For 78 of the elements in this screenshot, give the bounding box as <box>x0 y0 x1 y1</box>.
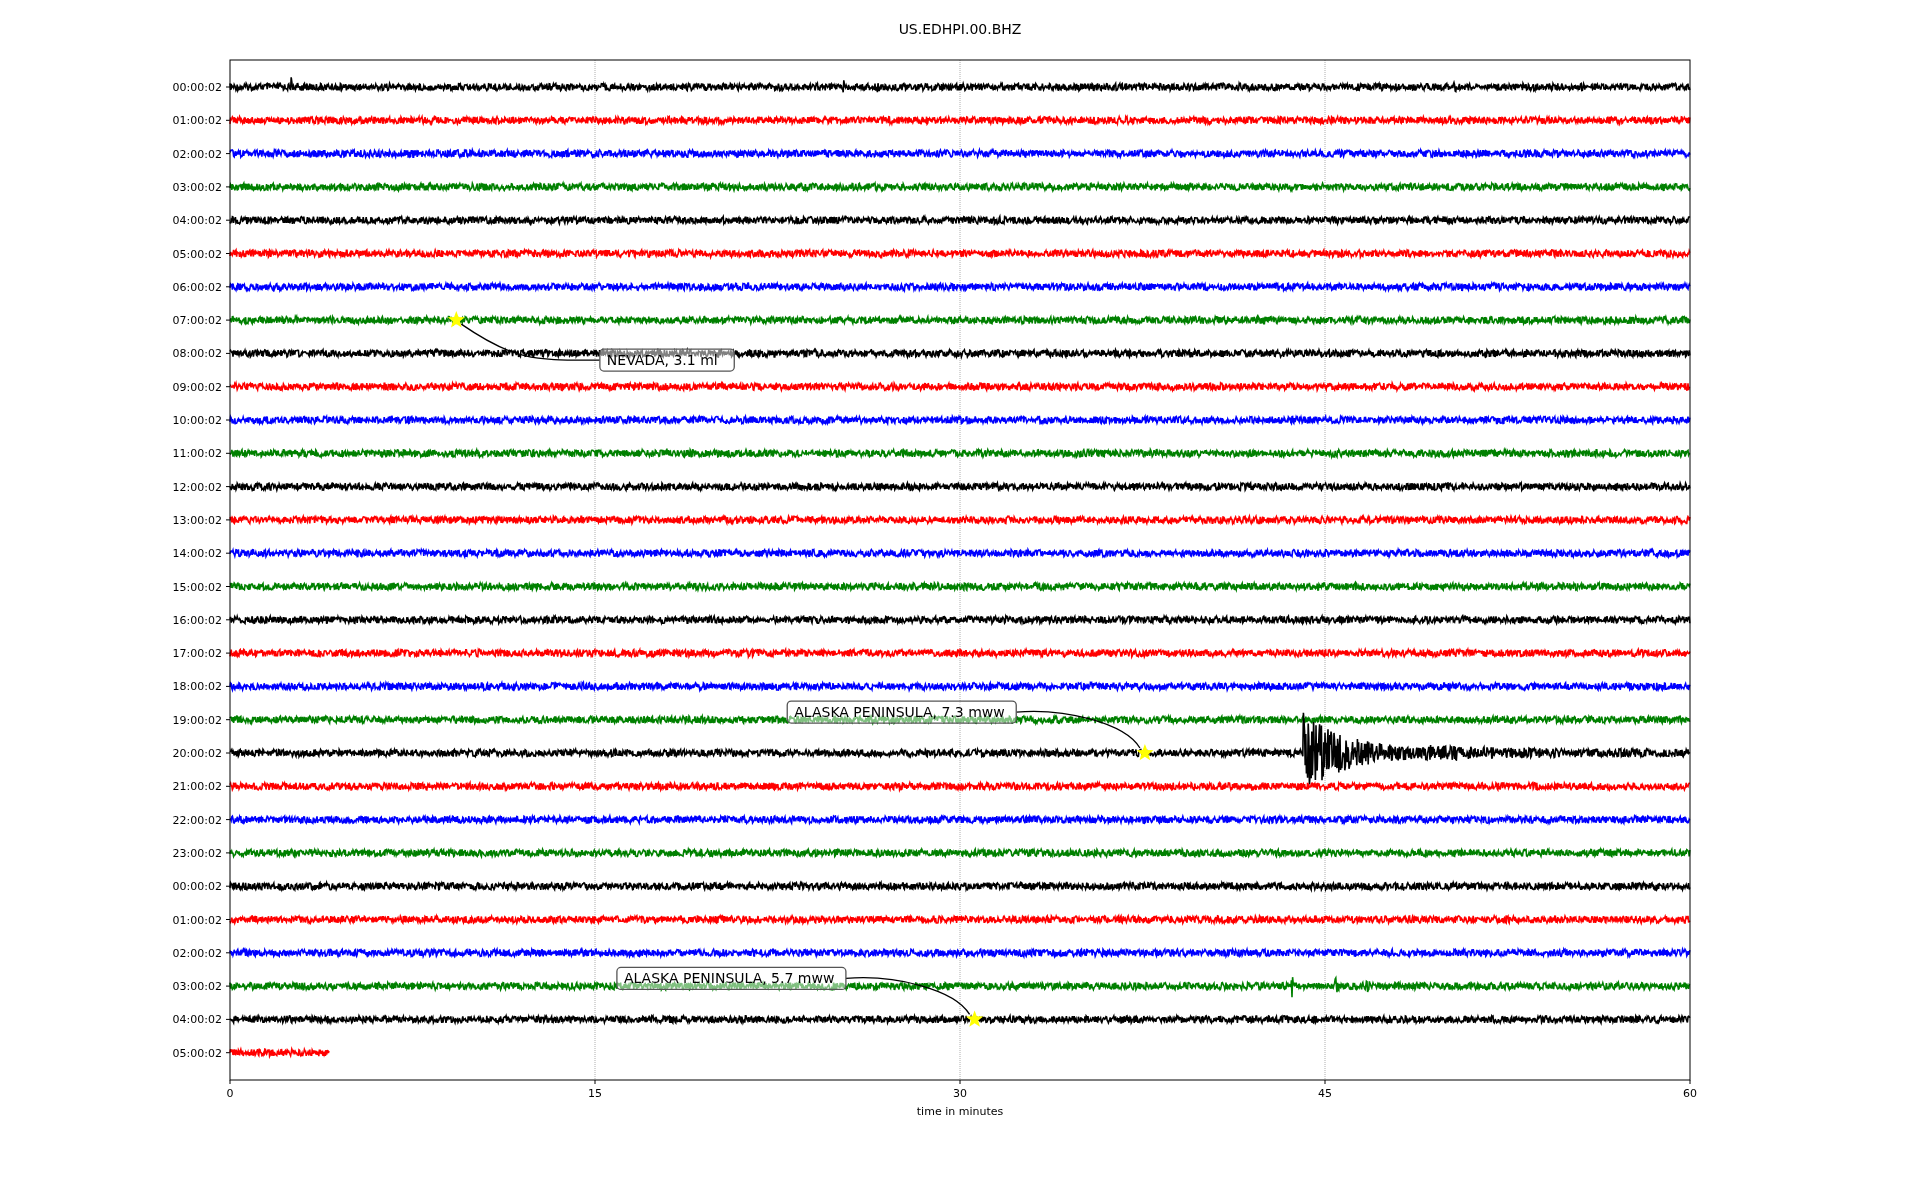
event-label: NEVADA, 3.1 ml <box>599 348 735 372</box>
tick-mark <box>225 586 231 587</box>
plot-title: US.EDHPI.00.BHZ <box>898 21 1022 39</box>
tick-mark <box>225 186 231 188</box>
tick-mark <box>225 286 231 288</box>
tick-mark <box>225 552 231 554</box>
y-tick-label: 05:00:02 <box>172 247 222 261</box>
y-tick-label: 23:00:02 <box>172 846 222 860</box>
x-tick-label: 30 <box>953 1087 967 1100</box>
tick-mark <box>225 253 231 254</box>
tick-mark <box>229 1079 231 1085</box>
tick-mark <box>1689 1079 1691 1085</box>
y-tick-label: 16:00:02 <box>172 613 222 627</box>
y-tick-label: 13:00:02 <box>172 513 222 527</box>
tick-mark <box>225 719 231 721</box>
y-tick-label: 01:00:02 <box>172 114 222 128</box>
event-label: ALASKA PENINSULA, 7.3 mww <box>786 700 1017 724</box>
tick-mark <box>225 86 231 88</box>
tick-mark <box>225 1052 231 1054</box>
tick-mark <box>225 452 231 454</box>
y-tick-label: 07:00:02 <box>172 314 222 328</box>
y-tick-label: 10:00:02 <box>172 414 222 427</box>
tick-mark <box>225 752 231 754</box>
y-tick-label: 04:00:02 <box>172 214 222 228</box>
tick-mark <box>225 819 231 821</box>
y-tick-label: 09:00:02 <box>172 380 222 394</box>
y-tick-label: 22:00:02 <box>172 813 222 827</box>
tick-mark <box>225 519 231 521</box>
star-icon <box>966 1010 984 1027</box>
tick-mark <box>225 419 231 421</box>
tick-mark <box>225 119 231 121</box>
x-tick-label: 0 <box>226 1087 234 1100</box>
event-label: ALASKA PENINSULA, 5.7 mww <box>616 966 847 991</box>
tick-mark <box>225 486 231 488</box>
y-tick-label: 17:00:02 <box>172 647 222 661</box>
tick-mark <box>225 919 231 920</box>
tick-mark <box>225 319 231 321</box>
y-tick-label: 00:00:02 <box>172 880 222 894</box>
y-tick-label: 02:00:02 <box>172 147 222 161</box>
y-tick-label: 12:00:02 <box>172 480 222 494</box>
tick-mark <box>225 1018 231 1020</box>
y-tick-label: 03:00:02 <box>172 980 222 994</box>
tick-mark <box>225 352 231 354</box>
tick-mark <box>225 985 231 987</box>
y-tick-label: 14:00:02 <box>172 547 222 561</box>
y-tick-label: 02:00:02 <box>172 946 222 960</box>
tick-mark <box>225 885 231 887</box>
y-tick-label: 00:00:02 <box>172 81 222 94</box>
y-tick-label: 04:00:02 <box>172 1013 222 1027</box>
y-tick-label: 08:00:02 <box>172 347 222 361</box>
y-tick-label: 18:00:02 <box>172 680 222 694</box>
y-tick-label: 05:00:02 <box>172 1046 222 1060</box>
y-tick-label: 06:00:02 <box>172 280 222 294</box>
tick-mark <box>225 785 231 787</box>
tick-mark <box>959 1079 961 1085</box>
x-tick-label: 60 <box>1683 1087 1697 1100</box>
x-axis-label: time in minutes <box>916 1105 1004 1118</box>
tick-mark <box>225 685 231 687</box>
y-tick-label: 20:00:02 <box>172 747 222 760</box>
tick-mark <box>225 852 231 854</box>
tick-mark <box>225 153 231 155</box>
x-tick-label: 45 <box>1318 1087 1332 1100</box>
tick-mark <box>1324 1079 1326 1085</box>
y-tick-label: 01:00:02 <box>172 913 222 927</box>
tick-mark <box>225 952 231 954</box>
star-icon <box>1136 744 1154 761</box>
y-tick-label: 21:00:02 <box>172 780 222 794</box>
y-tick-label: 11:00:02 <box>172 447 222 461</box>
tick-mark <box>225 219 231 221</box>
tick-mark <box>225 386 231 388</box>
tick-mark <box>225 619 231 621</box>
y-tick-label: 03:00:02 <box>172 180 222 194</box>
tick-mark <box>225 652 231 654</box>
tick-mark <box>594 1079 596 1085</box>
y-tick-label: 19:00:02 <box>172 713 222 727</box>
y-tick-label: 15:00:02 <box>172 580 222 594</box>
star-icon <box>447 311 465 328</box>
x-tick-label: 15 <box>588 1087 602 1100</box>
